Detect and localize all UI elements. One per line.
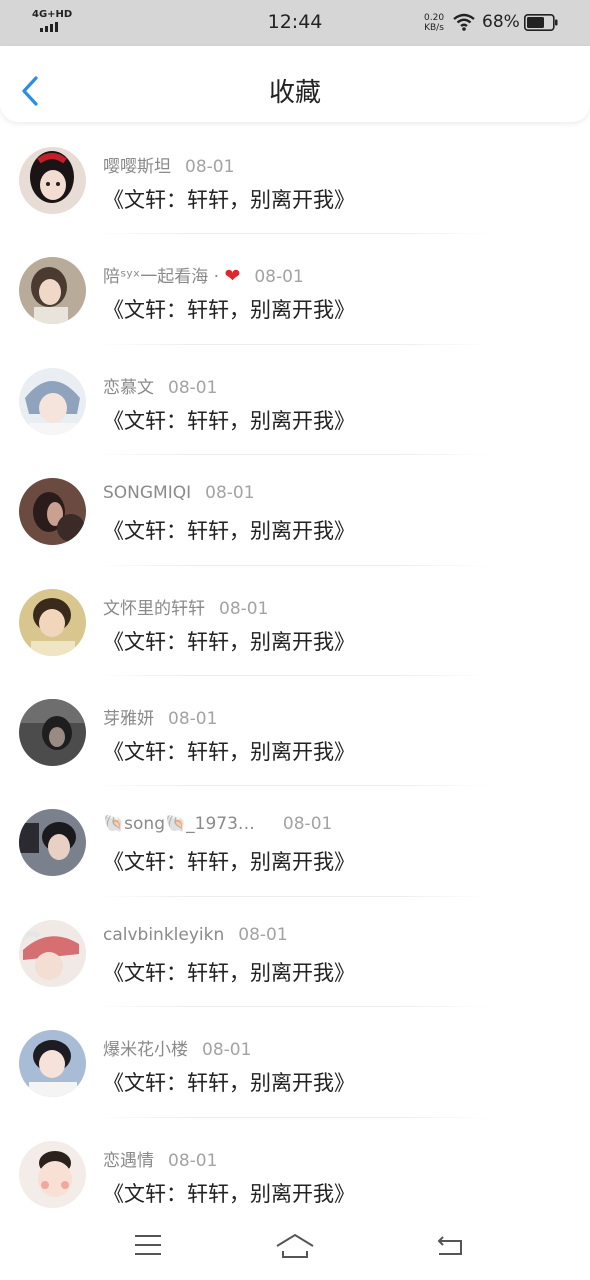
system-nav-bar: [0, 1220, 590, 1280]
item-meta: 恋慕文 08-01: [103, 373, 217, 398]
list-item[interactable]: SONGMIQI 08-01 《文轩：轩轩，别离开我》: [0, 455, 590, 566]
list-item[interactable]: 芽雅妍 08-01 《文轩：轩轩，别离开我》: [0, 676, 590, 787]
avatar[interactable]: [19, 478, 86, 546]
item-text[interactable]: 《文轩：轩轩，别离开我》: [103, 405, 355, 435]
item-text[interactable]: 《文轩：轩轩，别离开我》: [103, 184, 355, 214]
avatar[interactable]: [19, 147, 86, 214]
back-icon[interactable]: [435, 1232, 465, 1258]
header: 收藏: [0, 46, 590, 122]
username[interactable]: calvbinkleyikn: [103, 925, 224, 945]
username[interactable]: 爆米花小楼: [103, 1040, 188, 1060]
item-meta: 🐚song🐚_1973… 08-01: [103, 814, 332, 834]
item-text[interactable]: 《文轩：轩轩，别离开我》: [103, 1067, 355, 1097]
speed-unit: KB/s: [424, 23, 444, 33]
item-date: 08-01: [254, 267, 304, 288]
item-text[interactable]: 《文轩：轩轩，别离开我》: [103, 294, 355, 324]
item-meta: 陪ˢʸˣ一起看海 · ❤ 08-01: [103, 262, 304, 287]
item-text[interactable]: 《文轩：轩轩，别离开我》: [103, 626, 355, 656]
username[interactable]: SONGMIQI: [103, 483, 191, 503]
wifi-icon: [453, 13, 475, 31]
item-meta: 爆米花小楼 08-01: [103, 1035, 251, 1060]
avatar[interactable]: [19, 919, 86, 987]
list-item[interactable]: calvbinkleyikn 08-01 《文轩：轩轩，别离开我》: [0, 897, 590, 1008]
item-date: 08-01: [205, 483, 255, 504]
username[interactable]: 嘤嘤斯坦: [103, 157, 171, 177]
item-date: 08-01: [282, 814, 333, 835]
item-date: 08-01: [238, 924, 288, 945]
item-meta: SONGMIQI 08-01: [103, 483, 255, 503]
username[interactable]: 芽雅妍: [103, 709, 154, 729]
item-meta: calvbinkleyikn 08-01: [103, 925, 288, 945]
list-item[interactable]: 恋慕文 08-01 《文轩：轩轩，别离开我》: [0, 345, 590, 456]
item-text[interactable]: 《文轩：轩轩，别离开我》: [103, 1178, 355, 1208]
avatar[interactable]: [19, 809, 86, 877]
item-meta: 恋遇情 08-01: [103, 1146, 217, 1171]
battery-percent: 68%: [482, 12, 520, 32]
battery-icon: [524, 14, 558, 31]
item-date: 08-01: [185, 157, 235, 177]
item-text[interactable]: 《文轩：轩轩，别离开我》: [103, 736, 355, 766]
list-item[interactable]: 爆米花小楼 08-01 《文轩：轩轩，别离开我》: [0, 1007, 590, 1118]
item-meta: 文怀里的轩轩 08-01: [103, 594, 268, 619]
list-item[interactable]: 嘤嘤斯坦 08-01 《文轩：轩轩，别离开我》: [0, 124, 590, 235]
avatar[interactable]: [19, 1140, 86, 1208]
username[interactable]: 文怀里的轩轩: [103, 599, 205, 619]
item-date: 08-01: [168, 708, 218, 729]
username[interactable]: 陪ˢʸˣ一起看海 ·: [103, 267, 224, 287]
item-meta: 嘤嘤斯坦 08-01: [103, 152, 234, 177]
item-date: 08-01: [202, 1040, 252, 1061]
status-bar: 4G+HD 12:44 0.20 KB/s 68%: [0, 0, 590, 46]
favorites-list: 嘤嘤斯坦 08-01 《文轩：轩轩，别离开我》 陪ˢʸˣ一起看海 · ❤ 08-01…: [0, 124, 590, 1228]
item-text[interactable]: 《文轩：轩轩，别离开我》: [103, 846, 355, 876]
avatar[interactable]: [19, 698, 86, 766]
item-meta: 芽雅妍 08-01: [103, 704, 217, 729]
network-speed: 0.20 KB/s: [424, 13, 444, 33]
list-item[interactable]: 🐚song🐚_1973… 08-01 《文轩：轩轩，别离开我》: [0, 786, 590, 897]
avatar[interactable]: [19, 1030, 86, 1098]
heart-icon: ❤: [224, 265, 241, 288]
list-item[interactable]: 陪ˢʸˣ一起看海 · ❤ 08-01 《文轩：轩轩，别离开我》: [0, 234, 590, 345]
item-date: 08-01: [168, 1150, 218, 1171]
home-icon[interactable]: [275, 1232, 315, 1260]
menu-icon[interactable]: [133, 1232, 163, 1258]
list-item[interactable]: 文怀里的轩轩 08-01 《文轩：轩轩，别离开我》: [0, 566, 590, 676]
item-text[interactable]: 《文轩：轩轩，别离开我》: [103, 515, 355, 545]
item-text[interactable]: 《文轩：轩轩，别离开我》: [103, 957, 355, 987]
item-date: 08-01: [168, 377, 218, 398]
username[interactable]: 恋遇情: [103, 1151, 154, 1171]
item-date: 08-01: [219, 598, 269, 619]
speed-value: 0.20: [424, 13, 445, 23]
avatar[interactable]: [19, 257, 86, 325]
avatar[interactable]: [19, 367, 86, 435]
username[interactable]: 恋慕文: [103, 378, 154, 398]
list-item[interactable]: 恋遇情 08-01 《文轩：轩轩，别离开我》: [0, 1118, 590, 1228]
avatar[interactable]: [19, 588, 86, 656]
page-title: 收藏: [268, 78, 321, 108]
username[interactable]: 🐚song🐚_1973…: [103, 814, 255, 834]
